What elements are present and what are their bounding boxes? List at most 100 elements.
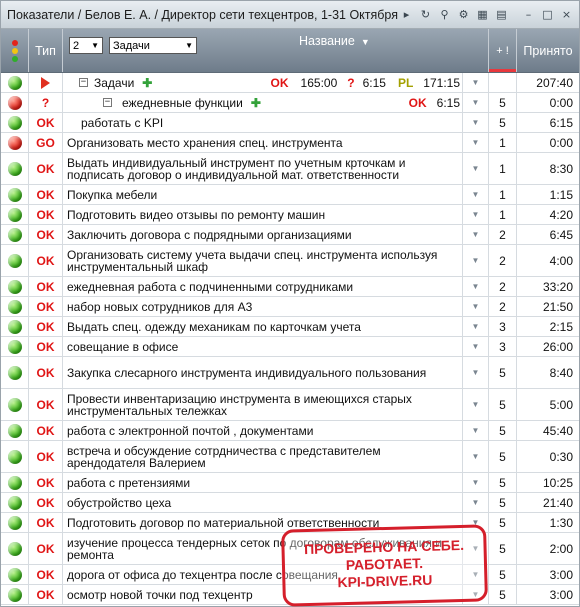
table-row[interactable]: OK набор новых сотрудников для А3 ▼ 2 21:50 <box>1 297 579 317</box>
table-row[interactable]: OK встреча и обсуждение сотрдничества с п… <box>1 441 579 473</box>
type-cell[interactable]: ? <box>29 93 63 112</box>
name-cell[interactable]: работать с KPI <box>63 113 463 132</box>
search-icon[interactable]: ⚲ <box>436 6 453 23</box>
task-name[interactable]: работа с электронной почтой , документам… <box>67 425 313 437</box>
name-cell[interactable]: Провести инвентаризацию инструмента в им… <box>63 389 463 420</box>
name-cell[interactable]: − Задачи ✚ OK 165:00? 6:15 PL 171:15 <box>63 73 463 92</box>
type-cell[interactable]: OK <box>29 245 63 276</box>
type-cell[interactable]: OK <box>29 297 63 316</box>
table-row[interactable]: OK Покупка мебели ▼ 1 1:15 <box>1 185 579 205</box>
table-row[interactable]: OK Провести инвентаризацию инструмента в … <box>1 389 579 421</box>
minimize-icon[interactable]: – <box>520 6 537 23</box>
table-row[interactable]: OK ежедневная работа с подчиненными сотру… <box>1 277 579 297</box>
task-name[interactable]: ежедневная работа с подчиненными сотрудн… <box>67 281 353 293</box>
name-cell[interactable]: совещание в офисе <box>63 337 463 356</box>
row-menu-button[interactable]: ▼ <box>463 245 489 276</box>
type-cell[interactable]: OK <box>29 585 63 604</box>
type-cell[interactable]: OK <box>29 513 63 532</box>
group-row[interactable]: − Задачи ✚ OK 165:00? 6:15 PL 171:15 ▼ 207:40 <box>1 73 579 93</box>
task-name[interactable]: Организовать место хранения спец. инстру… <box>67 137 343 149</box>
subgroup-row[interactable]: ? − ежедневные функции ✚ OK 6:15 ▼ 5 0:00 <box>1 93 579 113</box>
name-cell[interactable]: Подготовить видео отзывы по ремонту маши… <box>63 205 463 224</box>
task-name[interactable]: Закупка слесарного инструмента индивидуа… <box>67 367 426 379</box>
task-name[interactable]: работа с претензиями <box>67 477 190 489</box>
task-name[interactable]: Заключить договора с подрядными организа… <box>67 229 352 241</box>
maximize-icon[interactable]: □ <box>539 6 556 23</box>
name-cell[interactable]: набор новых сотрудников для А3 <box>63 297 463 316</box>
row-menu-button[interactable]: ▼ <box>463 297 489 316</box>
type-cell[interactable]: OK <box>29 205 63 224</box>
status-column-header[interactable] <box>1 29 29 72</box>
task-name[interactable]: обустройство цеха <box>67 497 171 509</box>
export-icon[interactable]: ▤ <box>493 6 510 23</box>
name-cell[interactable]: − ежедневные функции ✚ OK 6:15 <box>63 93 463 112</box>
row-menu-button[interactable]: ▼ <box>463 153 489 184</box>
table-row[interactable]: GO Организовать место хранения спец. инст… <box>1 133 579 153</box>
table-row[interactable]: OK Выдать спец. одежду механикам по карто… <box>1 317 579 337</box>
task-name[interactable]: Организовать систему учета выдачи спец. … <box>67 249 462 273</box>
table-row[interactable]: OK совещание в офисе ▼ 3 26:00 <box>1 337 579 357</box>
row-menu-button[interactable]: ▼ <box>463 421 489 440</box>
table-row[interactable]: OK работать с KPI ▼ 5 6:15 <box>1 113 579 133</box>
row-menu-button[interactable]: ▼ <box>463 493 489 512</box>
add-icon[interactable]: ✚ <box>251 96 261 110</box>
task-name[interactable]: работать с KPI <box>81 117 163 129</box>
row-menu-button[interactable]: ▼ <box>463 441 489 472</box>
type-cell[interactable]: OK <box>29 153 63 184</box>
task-name[interactable]: встреча и обсуждение сотрдничества с пре… <box>67 445 462 469</box>
row-menu-button[interactable]: ▼ <box>463 185 489 204</box>
row-menu-button[interactable]: ▼ <box>463 317 489 336</box>
type-cell[interactable]: OK <box>29 473 63 492</box>
task-name[interactable]: осмотр новой точки под техцентр <box>67 589 253 601</box>
name-cell[interactable]: встреча и обсуждение сотрдничества с пре… <box>63 441 463 472</box>
row-menu-button[interactable]: ▼ <box>463 389 489 420</box>
type-cell[interactable]: OK <box>29 421 63 440</box>
type-cell[interactable] <box>29 73 63 92</box>
table-row[interactable]: OK обустройство цеха ▼ 5 21:40 <box>1 493 579 513</box>
row-menu-button[interactable]: ▼ <box>463 205 489 224</box>
category-select[interactable]: Задачи ▼ <box>109 37 197 54</box>
type-cell[interactable]: OK <box>29 357 63 388</box>
table-row[interactable]: OK Заключить договора с подрядными органи… <box>1 225 579 245</box>
name-cell[interactable]: Организовать систему учета выдачи спец. … <box>63 245 463 276</box>
name-cell[interactable]: работа с претензиями <box>63 473 463 492</box>
type-cell[interactable]: OK <box>29 533 63 564</box>
type-cell[interactable]: OK <box>29 441 63 472</box>
type-column-header[interactable]: Тип <box>29 29 63 72</box>
task-name[interactable]: Подготовить договор по материальной отве… <box>67 517 379 529</box>
row-menu-button[interactable]: ▼ <box>463 225 489 244</box>
name-cell[interactable]: обустройство цеха <box>63 493 463 512</box>
row-menu-button[interactable]: ▼ <box>463 73 489 92</box>
task-name[interactable]: Провести инвентаризацию инструмента в им… <box>67 393 462 417</box>
row-menu-button[interactable]: ▼ <box>463 473 489 492</box>
type-cell[interactable]: OK <box>29 565 63 584</box>
type-cell[interactable]: OK <box>29 317 63 336</box>
task-name[interactable]: совещание в офисе <box>67 341 178 353</box>
accepted-column-header[interactable]: Принято <box>517 29 579 72</box>
name-cell[interactable]: Выдать спец. одежду механикам по карточк… <box>63 317 463 336</box>
add-icon[interactable]: ✚ <box>142 76 152 90</box>
sort-column-header[interactable]: + ! <box>489 29 517 72</box>
name-cell[interactable]: Организовать место хранения спец. инстру… <box>63 133 463 152</box>
level-select[interactable]: 2 ▼ <box>69 37 103 54</box>
row-menu-button[interactable]: ▼ <box>463 93 489 112</box>
task-name[interactable]: набор новых сотрудников для А3 <box>67 301 252 313</box>
task-name[interactable]: Выдать индивидуальный инструмент по учет… <box>67 157 462 181</box>
table-row[interactable]: OK работа с электронной почтой , документ… <box>1 421 579 441</box>
name-cell[interactable]: Выдать индивидуальный инструмент по учет… <box>63 153 463 184</box>
name-cell[interactable]: Закупка слесарного инструмента индивидуа… <box>63 357 463 388</box>
row-menu-button[interactable]: ▼ <box>463 113 489 132</box>
type-cell[interactable]: OK <box>29 113 63 132</box>
row-menu-button[interactable]: ▼ <box>463 133 489 152</box>
task-name[interactable]: Подготовить видео отзывы по ремонту маши… <box>67 209 325 221</box>
refresh-icon[interactable]: ↻ <box>417 6 434 23</box>
type-cell[interactable]: GO <box>29 133 63 152</box>
name-cell[interactable]: Заключить договора с подрядными организа… <box>63 225 463 244</box>
table-row[interactable]: OK Закупка слесарного инструмента индивид… <box>1 357 579 389</box>
type-cell[interactable]: OK <box>29 389 63 420</box>
name-cell[interactable]: Покупка мебели <box>63 185 463 204</box>
table-row[interactable]: OK Выдать индивидуальный инструмент по уч… <box>1 153 579 185</box>
table-row[interactable]: OK Организовать систему учета выдачи спец… <box>1 245 579 277</box>
type-cell[interactable]: OK <box>29 337 63 356</box>
row-menu-button[interactable]: ▼ <box>463 277 489 296</box>
